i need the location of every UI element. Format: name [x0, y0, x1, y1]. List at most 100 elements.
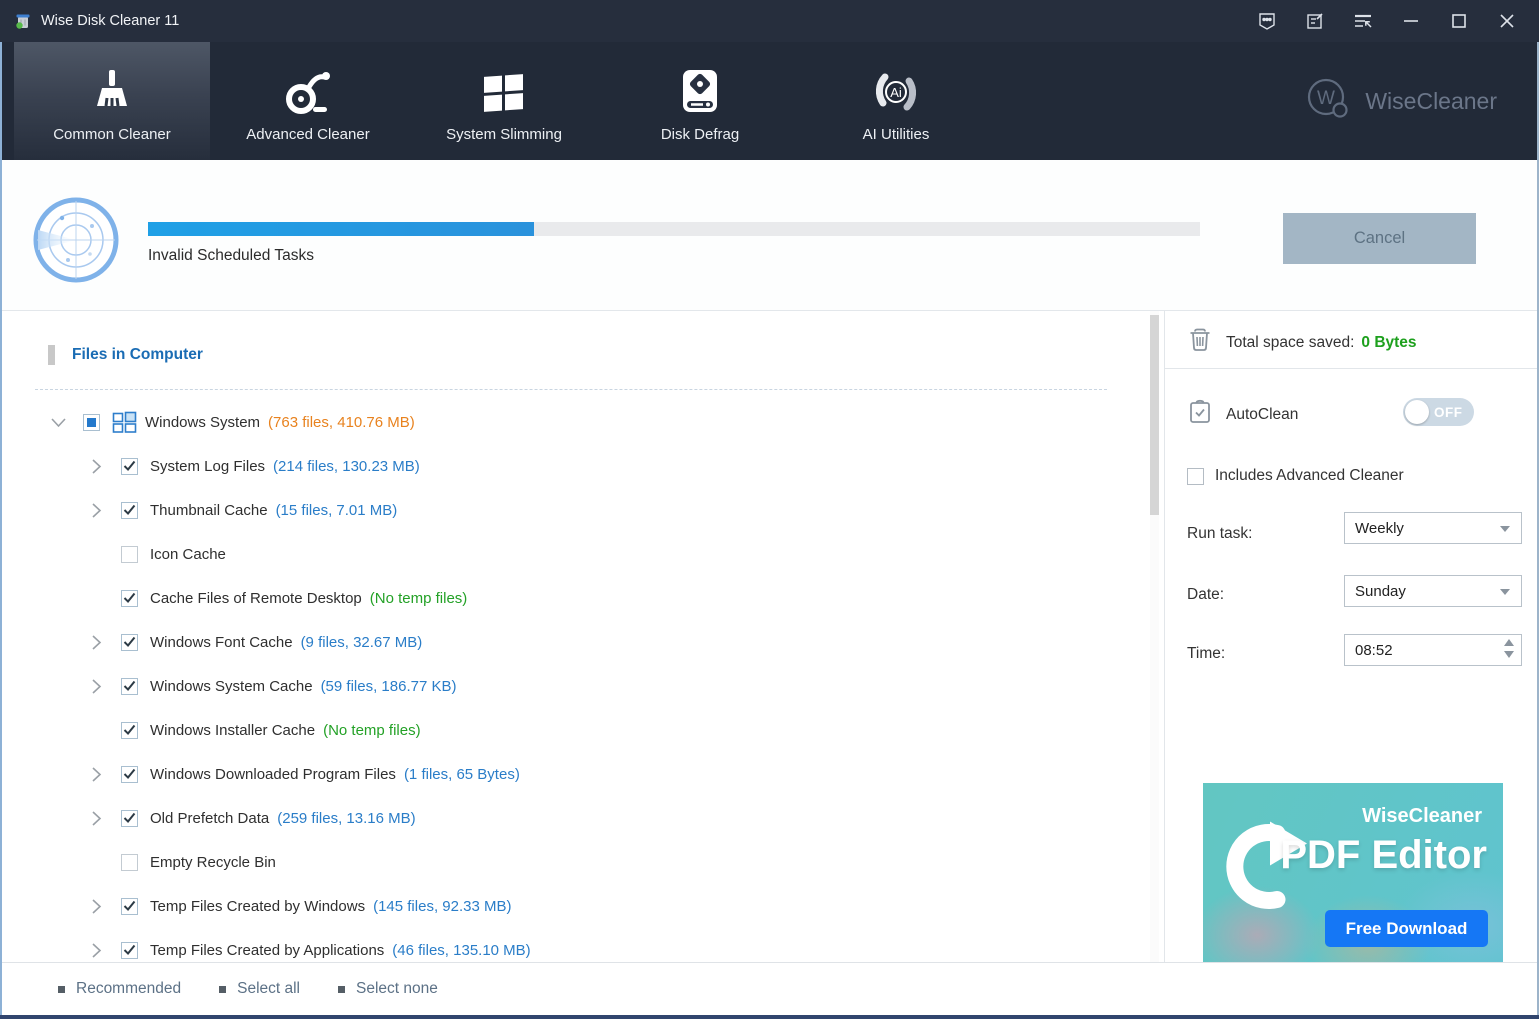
date-label: Date:: [1187, 586, 1224, 604]
checkbox-checked[interactable]: [121, 634, 138, 651]
tree-row[interactable]: Windows Font Cache(9 files, 32.67 MB): [2, 620, 1142, 664]
chevron-right-icon[interactable]: [88, 678, 105, 695]
dashed-divider: [35, 389, 1107, 390]
svg-text:W: W: [1317, 88, 1335, 109]
tree-row[interactable]: Thumbnail Cache (15 files, 7.01 MB): [2, 488, 1142, 532]
checkbox-checked[interactable]: [121, 810, 138, 827]
tree-rows: Windows System(763 files, 410.76 MB)Syst…: [2, 400, 1142, 962]
nav-item-advanced-cleaner[interactable]: Advanced Cleaner: [210, 42, 406, 160]
clipboard-check-icon: [1187, 399, 1213, 430]
nav-item-ai-utilities[interactable]: AiAI Utilities: [798, 42, 994, 160]
tree-row[interactable]: Temp Files Created by Windows(145 files,…: [2, 884, 1142, 928]
chevron-spacer: [88, 590, 105, 607]
tree-row[interactable]: Icon Cache: [2, 532, 1142, 576]
tree-item-label: Cache Files of Remote Desktop: [150, 590, 362, 607]
checkbox-indeterminate[interactable]: [83, 414, 100, 431]
chevron-right-icon[interactable]: [88, 502, 105, 519]
disk-icon: [679, 64, 721, 120]
tree-item-label: Icon Cache: [150, 546, 226, 563]
total-space-row: Total space saved: 0 Bytes: [1187, 327, 1417, 358]
checkbox-checked[interactable]: [121, 502, 138, 519]
tree-item-label: Windows Installer Cache: [150, 722, 315, 739]
tree-item-detail: (No temp files): [323, 722, 421, 739]
footer-action-label: Select all: [237, 980, 300, 998]
run-task-label: Run task:: [1187, 525, 1252, 543]
cancel-button[interactable]: Cancel: [1283, 213, 1476, 264]
footer-action-select-none[interactable]: Select none: [338, 980, 438, 998]
includes-row[interactable]: Includes Advanced Cleaner: [1187, 467, 1404, 485]
nav-item-disk-defrag[interactable]: Disk Defrag: [602, 42, 798, 160]
nav-item-system-slimming[interactable]: System Slimming: [406, 42, 602, 160]
checkbox-checked[interactable]: [121, 590, 138, 607]
scrollbar-track[interactable]: [1150, 311, 1159, 962]
chevron-right-icon[interactable]: [88, 458, 105, 475]
tree-item-detail: (763 files, 410.76 MB): [268, 414, 415, 431]
tree-item-detail: (46 files, 135.10 MB): [392, 942, 530, 959]
bullet-icon: [219, 986, 226, 993]
time-spinner[interactable]: [1504, 639, 1514, 658]
tree-row[interactable]: Windows System Cache(59 files, 186.77 KB…: [2, 664, 1142, 708]
windows-icon: [482, 64, 526, 120]
ad-brand: WiseCleaner: [1362, 805, 1482, 828]
brand-name: WiseCleaner: [1365, 88, 1497, 115]
vacuum-icon: [283, 64, 333, 120]
close-icon[interactable]: [1483, 0, 1531, 42]
includes-label: Includes Advanced Cleaner: [1215, 467, 1404, 485]
chevron-right-icon[interactable]: [88, 810, 105, 827]
notes-icon[interactable]: [1291, 0, 1339, 42]
tree-row[interactable]: Temp Files Created by Applications(46 fi…: [2, 928, 1142, 962]
date-select[interactable]: Sunday: [1344, 575, 1522, 607]
chevron-right-icon[interactable]: [88, 766, 105, 783]
tree-item-detail: (15 files, 7.01 MB): [276, 502, 398, 519]
feedback-icon[interactable]: [1243, 0, 1291, 42]
tree-row[interactable]: Windows Installer Cache (No temp files): [2, 708, 1142, 752]
tree-item-label: Thumbnail Cache: [150, 502, 268, 519]
app-window: Wise Disk Cleaner 11: [0, 0, 1539, 1019]
titlebar-buttons: [1243, 0, 1531, 42]
tree-item-label: Windows Downloaded Program Files: [150, 766, 396, 783]
progress-status: Invalid Scheduled Tasks: [148, 247, 314, 265]
minimize-icon[interactable]: [1387, 0, 1435, 42]
tree-row[interactable]: Empty Recycle Bin: [2, 840, 1142, 884]
run-task-select[interactable]: Weekly: [1344, 512, 1522, 544]
chevron-right-icon[interactable]: [88, 634, 105, 651]
toggle-state: OFF: [1434, 405, 1463, 420]
chevron-right-icon[interactable]: [88, 898, 105, 915]
checkbox-checked[interactable]: [121, 722, 138, 739]
spin-up-icon[interactable]: [1504, 639, 1514, 646]
checkbox-unchecked[interactable]: [121, 546, 138, 563]
checkbox-checked[interactable]: [121, 766, 138, 783]
free-download-button[interactable]: Free Download: [1325, 910, 1488, 947]
chevron-down-icon[interactable]: [50, 414, 67, 431]
scrollbar-thumb[interactable]: [1150, 315, 1159, 515]
footer-action-select-all[interactable]: Select all: [219, 980, 300, 998]
checkbox-checked[interactable]: [121, 678, 138, 695]
progress-fill: [148, 222, 534, 236]
checkbox-checked[interactable]: [121, 898, 138, 915]
chevron-right-icon[interactable]: [88, 942, 105, 959]
checkbox-checked[interactable]: [121, 942, 138, 959]
tree-row[interactable]: System Log Files(214 files, 130.23 MB): [2, 444, 1142, 488]
tree-row[interactable]: Windows Downloaded Program Files (1 files…: [2, 752, 1142, 796]
checkbox-checked[interactable]: [121, 458, 138, 475]
tree-row[interactable]: Windows System(763 files, 410.76 MB): [2, 400, 1142, 444]
tree-row[interactable]: Old Prefetch Data(259 files, 13.16 MB): [2, 796, 1142, 840]
nav-item-common-cleaner[interactable]: Common Cleaner: [14, 42, 210, 160]
bullet-icon: [338, 986, 345, 993]
tasklist-icon[interactable]: [1339, 0, 1387, 42]
includes-checkbox[interactable]: [1187, 468, 1204, 485]
ad-product: PDF Editor: [1280, 833, 1487, 878]
sidebar: Total space saved: 0 Bytes AutoClean OFF: [1164, 311, 1539, 962]
ad-banner[interactable]: WiseCleaner PDF Editor Free Download: [1203, 783, 1503, 962]
tree-row[interactable]: Cache Files of Remote Desktop(No temp fi…: [2, 576, 1142, 620]
sidebar-divider: [1165, 368, 1539, 369]
autoclean-label: AutoClean: [1226, 406, 1298, 424]
maximize-icon[interactable]: [1435, 0, 1483, 42]
bullet-icon: [58, 986, 65, 993]
tree-item-detail: (1 files, 65 Bytes): [404, 766, 520, 783]
footer-action-recommended[interactable]: Recommended: [58, 980, 181, 998]
time-input[interactable]: 08:52: [1344, 634, 1522, 666]
autoclean-toggle[interactable]: OFF: [1403, 398, 1474, 426]
spin-down-icon[interactable]: [1504, 651, 1514, 658]
checkbox-unchecked[interactable]: [121, 854, 138, 871]
